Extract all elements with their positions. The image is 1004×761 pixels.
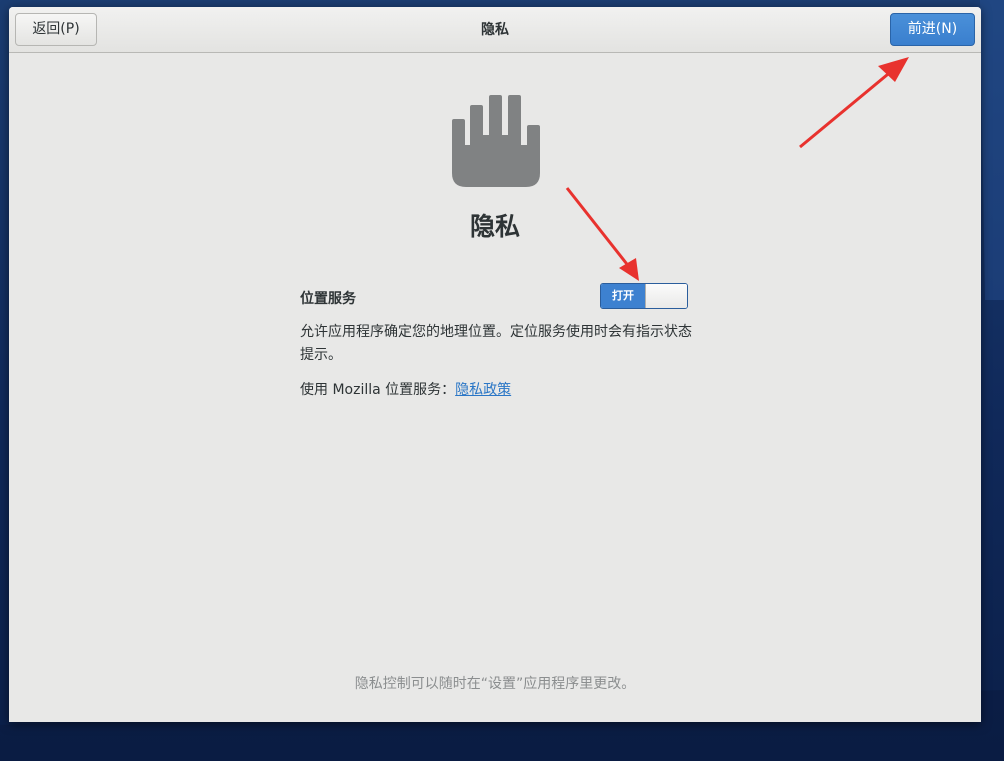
window-title: 隐私 bbox=[481, 22, 509, 38]
location-services-description: 允许应用程序确定您的地理位置。定位服务使用时会有指示状态提示。 bbox=[300, 324, 692, 363]
mozilla-location-prefix: 使用 Mozilla 位置服务： bbox=[300, 382, 456, 398]
privacy-policy-link[interactable]: 隐私政策 bbox=[455, 382, 511, 398]
toggle-knob[interactable] bbox=[645, 284, 687, 308]
location-services-label: 位置服务 bbox=[300, 291, 356, 307]
location-services-toggle[interactable]: 打开 bbox=[600, 283, 688, 309]
page-heading: 隐私 bbox=[469, 212, 520, 241]
toggle-on-label: 打开 bbox=[601, 284, 645, 308]
header-bar: 返回(P) 隐私 前进(N) bbox=[9, 7, 981, 53]
mozilla-location-line: 使用 Mozilla 位置服务：隐私政策 bbox=[300, 379, 511, 399]
setup-window: 返回(P) 隐私 前进(N) 隐私 位置服务 打开 允许应用程序确定您的地理位置… bbox=[9, 7, 981, 722]
footer-note: 隐私控制可以随时在“设置”应用程序里更改。 bbox=[354, 676, 636, 692]
next-button[interactable]: 前进(N) bbox=[890, 13, 975, 46]
hand-stop-icon bbox=[452, 95, 540, 187]
